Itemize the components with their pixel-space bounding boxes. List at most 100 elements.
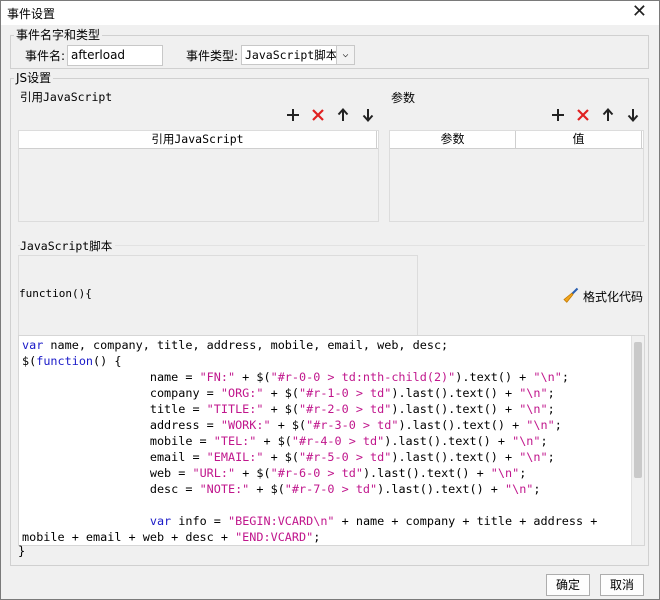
code-token: ).last().text() + [398, 418, 527, 432]
ref-js-column-header[interactable]: 引用JavaScript [19, 131, 377, 149]
code-token: "#r-4-0 > td" [291, 434, 385, 448]
add-param-icon[interactable] [550, 107, 566, 123]
code-token: ).last().text() + [362, 466, 491, 480]
code-token: + $( [263, 386, 300, 400]
code-token: ; [547, 450, 555, 464]
code-token: "WORK:" [220, 418, 271, 432]
move-param-up-icon[interactable] [600, 107, 616, 123]
code-token: function [36, 354, 94, 368]
code-token: "TITLE:" [206, 402, 264, 416]
code-token: + $( [256, 434, 292, 448]
move-up-icon[interactable] [335, 107, 351, 123]
code-token: "#r-6-0 > td" [270, 466, 363, 480]
code-token: web = [22, 466, 193, 480]
code-token: var [149, 514, 172, 528]
code-token: "#r-5-0 > td" [299, 450, 392, 464]
event-name-type-legend: 事件名字和类型 [14, 28, 103, 42]
code-token: info = [171, 514, 228, 528]
code-token: "\n" [519, 402, 548, 416]
js-settings-legend: JS设置 [14, 71, 54, 85]
code-token: ).last().text() + [391, 450, 520, 464]
code-token: address = [22, 418, 221, 432]
code-token: name = [22, 370, 200, 384]
code-token: ; [519, 466, 527, 480]
vertical-scrollbar[interactable] [631, 336, 644, 545]
code-token: "\n" [519, 386, 548, 400]
code-token: () { [93, 354, 122, 368]
code-token: "END:VCARD" [235, 530, 314, 544]
code-token: + $( [235, 466, 271, 480]
title-bar: 事件设置 ✕ [1, 1, 659, 25]
code-editor[interactable]: var name, company, title, address, mobil… [18, 335, 645, 546]
code-token: ; [540, 434, 548, 448]
code-line: mobile + email + web + desc + "END:VCARD… [22, 529, 320, 545]
code-token: company = [22, 386, 221, 400]
code-token: + $( [263, 450, 300, 464]
code-token: "#r-3-0 > td" [306, 418, 399, 432]
ok-button[interactable]: 确定 [546, 574, 590, 596]
event-settings-dialog: 事件设置 ✕ 事件名字和类型 事件名: afterload 事件类型: Java… [0, 0, 660, 600]
code-token: + $( [263, 402, 300, 416]
code-line: mobile = "TEL:" + $("#r-4-0 > td").last(… [22, 433, 548, 449]
add-icon[interactable] [285, 107, 301, 123]
code-line: var name, company, title, address, mobil… [22, 337, 448, 353]
param-title: 参数 [391, 91, 416, 105]
code-line: var info = "BEGIN:VCARD\n" + name + comp… [22, 513, 597, 529]
code-token: "ORG:" [220, 386, 264, 400]
code-token: "EMAIL:" [206, 450, 264, 464]
code-line: web = "URL:" + $("#r-6-0 > td").last().t… [22, 465, 527, 481]
function-header: function(){ [19, 287, 92, 300]
code-token: "BEGIN:VCARD\n" [227, 514, 335, 528]
event-type-label: 事件类型: [186, 49, 239, 63]
code-token: ; [547, 402, 555, 416]
code-token: ; [313, 530, 321, 544]
code-token: ; [547, 386, 555, 400]
ref-js-table[interactable]: 引用JavaScript [18, 130, 379, 222]
event-type-select[interactable]: JavaScript脚本 ⌵ [241, 45, 355, 65]
delete-icon[interactable] [310, 107, 326, 123]
code-line: email = "EMAIL:" + $("#r-5-0 > td").last… [22, 449, 555, 465]
move-down-icon[interactable] [360, 107, 376, 123]
code-token: "#r-1-0 > td" [299, 386, 392, 400]
code-token: + name + company + title + address + [334, 514, 598, 528]
param-column-header[interactable]: 参数 [390, 131, 516, 149]
code-token: "#r-0-0 > td:nth-child(2)" [270, 370, 456, 384]
value-column-header[interactable]: 值 [516, 131, 642, 149]
close-icon[interactable]: ✕ [632, 2, 647, 22]
code-token: "TEL:" [213, 434, 257, 448]
event-type-value: JavaScript脚本 [245, 48, 338, 62]
event-name-input[interactable]: afterload [67, 45, 163, 66]
dialog-title: 事件设置 [7, 7, 56, 21]
code-token: name, company, title, address, mobile, e… [43, 338, 449, 352]
closing-brace: } [18, 544, 26, 558]
code-token: mobile = [22, 434, 214, 448]
param-table[interactable]: 参数 值 [389, 130, 644, 222]
scrollbar-thumb[interactable] [634, 342, 642, 478]
code-token: ; [554, 418, 562, 432]
cancel-button[interactable]: 取消 [600, 574, 644, 596]
code-line: $(function() { [22, 353, 121, 369]
code-token: "\n" [490, 466, 520, 480]
delete-param-icon[interactable] [575, 107, 591, 123]
code-token: "URL:" [192, 466, 236, 480]
code-token: "\n" [512, 434, 541, 448]
code-token: ).last().text() + [391, 402, 520, 416]
chevron-down-icon[interactable]: ⌵ [336, 46, 354, 64]
move-param-down-icon[interactable] [625, 107, 641, 123]
code-token: ; [561, 370, 569, 384]
code-token: title = [22, 402, 207, 416]
code-token: ).text() + [455, 370, 534, 384]
code-token: "NOTE:" [199, 482, 250, 496]
code-token: "\n" [504, 482, 534, 496]
code-token: ).last().text() + [391, 386, 520, 400]
code-line: address = "WORK:" + $("#r-3-0 > td").las… [22, 417, 562, 433]
format-code-label: 格式化代码 [583, 290, 644, 304]
code-token: desc = [22, 482, 200, 496]
code-token: var [22, 338, 44, 352]
code-token: ).last().text() + [384, 434, 513, 448]
code-token: + $( [235, 370, 271, 384]
code-token: "\n" [519, 450, 548, 464]
code-token: "\n" [533, 370, 562, 384]
code-token: email = [22, 450, 207, 464]
code-token: + $( [249, 482, 285, 496]
